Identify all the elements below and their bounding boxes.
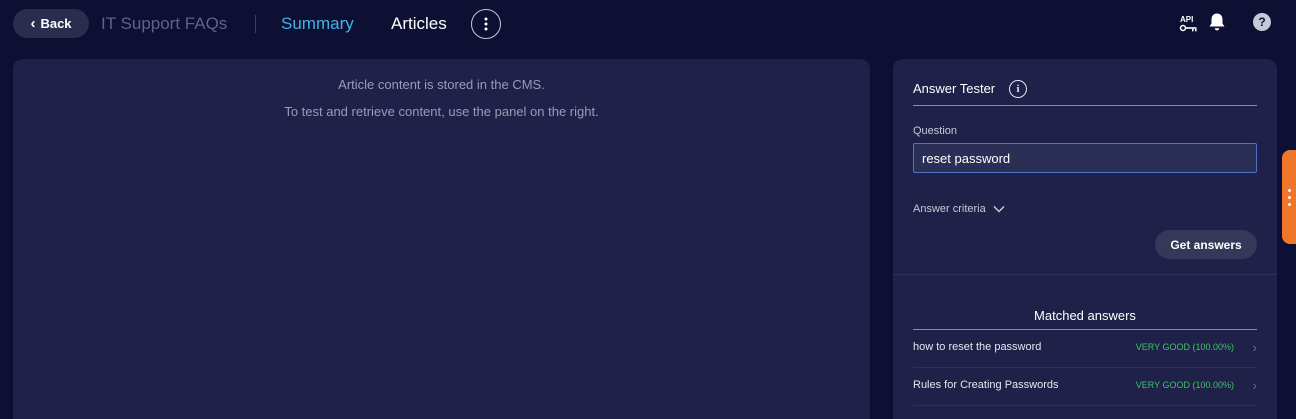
answer-text: Rules for Creating Passwords <box>913 379 1059 391</box>
more-vertical-icon <box>484 17 488 31</box>
bell-icon[interactable] <box>1208 12 1226 32</box>
matched-answers-title: Matched answers <box>1034 308 1136 323</box>
content-message-line-1: Article content is stored in the CMS. <box>338 77 545 92</box>
question-input[interactable] <box>913 143 1257 173</box>
api-key-icon[interactable]: API <box>1179 13 1199 33</box>
section-divider <box>893 274 1277 275</box>
article-content-panel: Article content is stored in the CMS. To… <box>13 59 870 419</box>
drawer-dot <box>1287 188 1291 192</box>
question-label: Question <box>913 125 958 137</box>
tab-articles[interactable]: Articles <box>391 14 447 34</box>
answer-tester-title: Answer Tester <box>913 81 996 96</box>
answer-score: VERY GOOD (100.00%) <box>1135 380 1234 390</box>
answer-criteria-label: Answer criteria <box>913 203 986 215</box>
side-drawer-tab[interactable] <box>1282 150 1296 244</box>
info-icon[interactable]: i <box>1009 80 1027 98</box>
answer-text: how to reset the password <box>913 341 1042 353</box>
info-icon-glyph: i <box>1016 83 1020 95</box>
top-bar: ‹ Back IT Support FAQs Summary Articles … <box>0 0 1296 48</box>
api-label: API <box>1180 15 1193 24</box>
header-divider <box>255 15 256 33</box>
drawer-dot <box>1287 195 1291 199</box>
help-icon[interactable]: ? <box>1253 13 1271 31</box>
more-options-button[interactable] <box>471 9 501 39</box>
help-icon-glyph: ? <box>1258 15 1266 29</box>
back-button-label: Back <box>40 16 72 31</box>
title-divider <box>913 105 1257 106</box>
chevron-left-icon: ‹ <box>30 15 36 32</box>
drawer-dot <box>1287 202 1291 206</box>
chevron-right-icon: › <box>1252 340 1257 355</box>
answer-criteria-toggle[interactable]: Answer criteria <box>913 203 1005 215</box>
chevron-right-icon: › <box>1252 378 1257 393</box>
chevron-down-icon <box>993 205 1005 213</box>
app-title: IT Support FAQs <box>101 14 228 33</box>
answer-score: VERY GOOD (100.00%) <box>1135 342 1234 352</box>
back-button[interactable]: ‹ Back <box>13 9 89 38</box>
matched-answer-row[interactable]: how to reset the password VERY GOOD (100… <box>913 330 1257 368</box>
matched-answer-row[interactable]: Rules for Creating Passwords VERY GOOD (… <box>913 368 1257 406</box>
content-message-line-2: To test and retrieve content, use the pa… <box>284 104 599 119</box>
tab-summary[interactable]: Summary <box>281 14 354 34</box>
get-answers-button[interactable]: Get answers <box>1155 230 1257 259</box>
answer-tester-panel: Answer Tester i Question Answer criteria… <box>893 59 1277 419</box>
